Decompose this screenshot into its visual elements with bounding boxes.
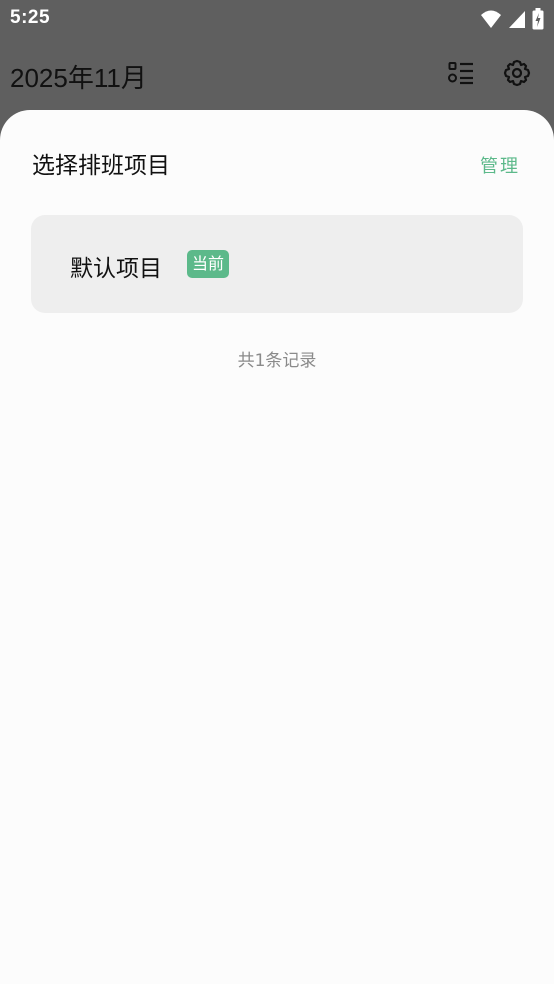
signal-icon (508, 9, 526, 33)
app-bar: 2025年11月 (0, 44, 554, 108)
wifi-icon (480, 9, 502, 33)
manage-button[interactable]: 管理 (480, 152, 520, 178)
sheet-title: 选择排班项目 (32, 153, 170, 179)
app-actions (446, 58, 532, 88)
record-count: 共1条记录 (237, 351, 317, 371)
status-icons (480, 8, 544, 34)
month-title[interactable]: 2025年11月 (10, 58, 147, 95)
project-item[interactable]: 默认项目 当前 (31, 215, 523, 313)
project-select-sheet: 选择排班项目 管理 默认项目 当前 共1条记录 (0, 110, 554, 984)
list-icon[interactable] (446, 58, 476, 88)
gear-icon[interactable] (502, 58, 532, 88)
status-time: 5:25 (10, 7, 51, 28)
project-name: 默认项目 (70, 256, 162, 282)
battery-icon (532, 8, 544, 34)
status-bar: 5:25 (0, 0, 554, 38)
current-badge: 当前 (187, 250, 230, 278)
